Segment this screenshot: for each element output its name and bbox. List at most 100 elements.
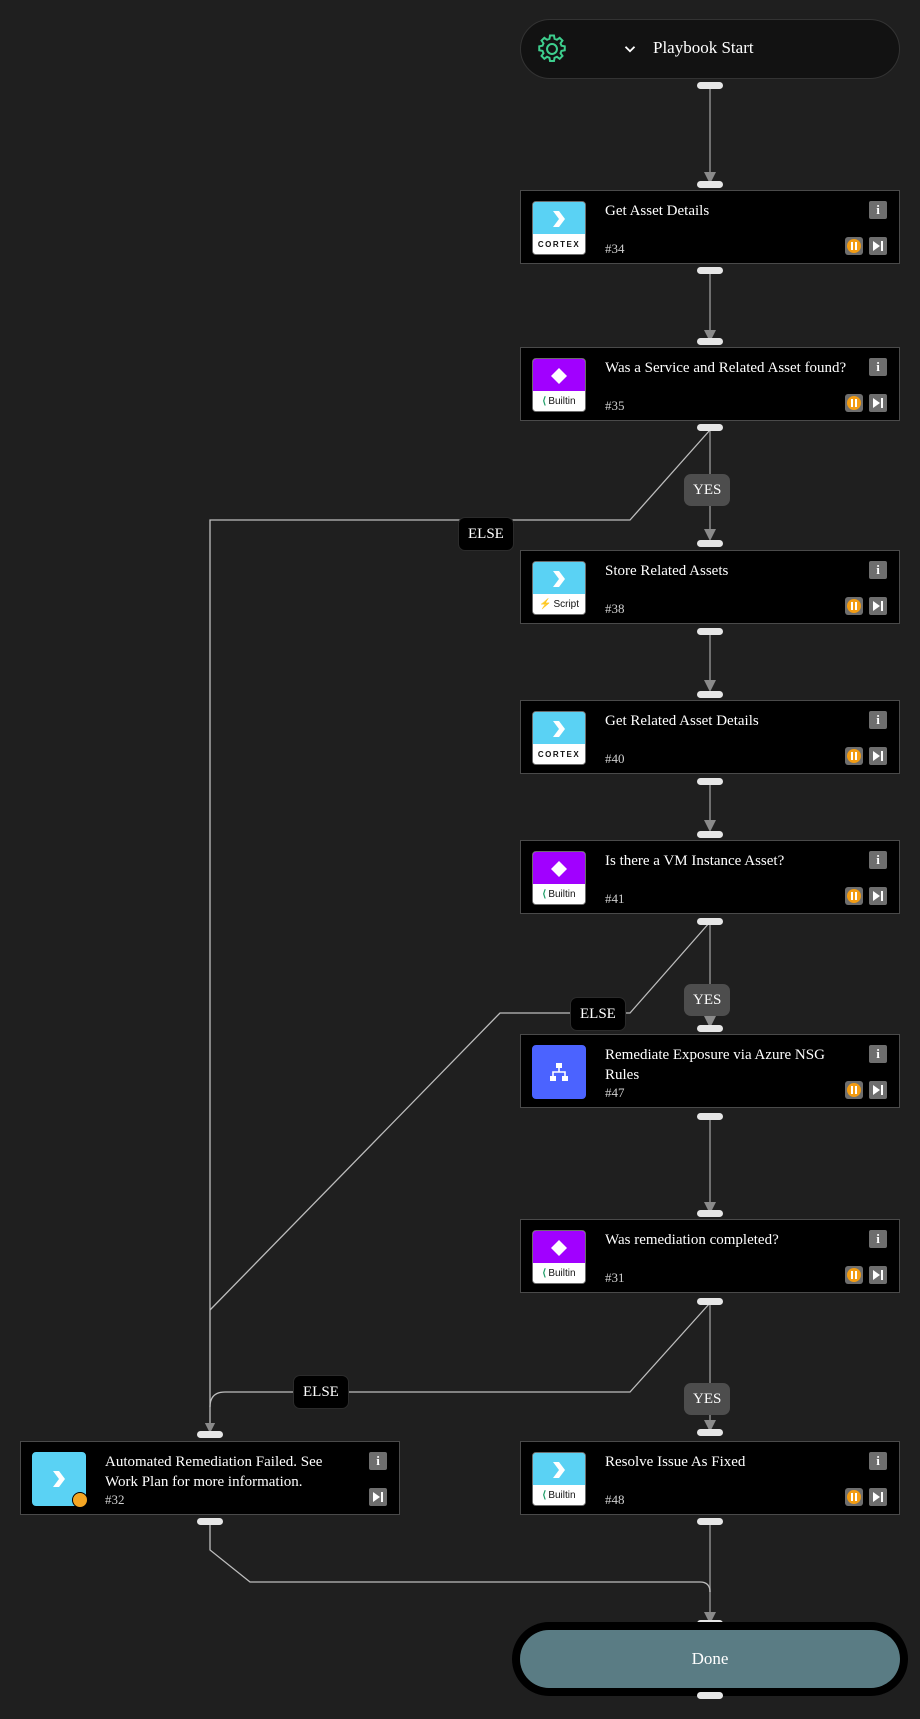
task-title: Was a Service and Related Asset found? [605,360,847,376]
script-icon: ⚡ Script [532,561,586,615]
breakpoint-icon[interactable] [845,597,863,615]
integration-icon: CORTEX [532,711,586,765]
manual-task-icon [32,1452,88,1508]
input-port[interactable] [697,338,723,345]
breakpoint-icon[interactable] [845,394,863,412]
input-port[interactable] [697,1210,723,1217]
subplaybook-icon [532,1045,586,1099]
task-node-41[interactable]: ⟨ Builtin Is there a VM Instance Asset? #… [520,840,900,914]
task-number: #31 [605,1270,625,1285]
output-port[interactable] [697,267,723,274]
skip-icon[interactable] [369,1488,387,1506]
info-icon[interactable]: i [369,1452,387,1470]
task-number: #34 [605,241,625,256]
task-node-34[interactable]: CORTEX Get Asset Details #34 i [520,190,900,264]
else-branch-label[interactable]: ELSE [570,997,626,1031]
skip-icon[interactable] [869,747,887,765]
cortex-logo: CORTEX [533,744,585,764]
builtin-condition-icon: ⟨ Builtin [532,358,586,412]
else-branch-label[interactable]: ELSE [458,517,514,551]
diamond-icon [551,861,567,877]
user-icon [72,1492,88,1508]
yes-branch-label[interactable]: YES [684,984,731,1016]
input-port[interactable] [697,540,723,547]
task-number: #38 [605,601,625,616]
input-port[interactable] [197,1431,223,1438]
info-icon[interactable]: i [869,201,887,219]
else-branch-label[interactable]: ELSE [293,1375,349,1409]
skip-icon[interactable] [869,1081,887,1099]
integration-icon: CORTEX [532,201,586,255]
hierarchy-icon [550,1063,568,1081]
output-port[interactable] [697,918,723,925]
skip-icon[interactable] [869,237,887,255]
breakpoint-icon[interactable] [845,1266,863,1284]
task-title: Is there a VM Instance Asset? [605,853,785,869]
output-port[interactable] [697,778,723,785]
skip-icon[interactable] [869,1266,887,1284]
input-port[interactable] [697,831,723,838]
skip-icon[interactable] [869,887,887,905]
input-port[interactable] [697,1429,723,1436]
task-number: #35 [605,398,625,413]
breakpoint-icon[interactable] [845,1081,863,1099]
yes-branch-label[interactable]: YES [684,1383,731,1415]
task-node-38[interactable]: ⚡ Script Store Related Assets #38 i [520,550,900,624]
output-port[interactable] [697,628,723,635]
skip-icon[interactable] [869,1488,887,1506]
task-title: Get Related Asset Details [605,713,759,729]
breakpoint-icon[interactable] [845,887,863,905]
info-icon[interactable]: i [869,1045,887,1063]
diamond-icon [551,1240,567,1256]
task-number: #40 [605,751,625,766]
info-icon[interactable]: i [869,711,887,729]
builtin-label: Builtin [548,1267,576,1279]
task-node-40[interactable]: CORTEX Get Related Asset Details #40 i [520,700,900,774]
output-port[interactable] [197,1518,223,1525]
task-node-35[interactable]: ⟨ Builtin Was a Service and Related Asset… [520,347,900,421]
builtin-task-icon: ⟨ Builtin [532,1452,586,1506]
info-icon[interactable]: i [869,561,887,579]
yes-branch-label[interactable]: YES [684,474,731,506]
info-icon[interactable]: i [869,1452,887,1470]
input-port[interactable] [697,1025,723,1032]
chevron-down-icon[interactable] [621,40,639,58]
output-port[interactable] [697,1298,723,1305]
output-port[interactable] [697,1692,723,1699]
task-number: #41 [605,891,625,906]
output-port[interactable] [697,424,723,431]
task-node-47[interactable]: Remediate Exposure via Azure NSG Rules #… [520,1034,900,1108]
edge-31-32-else [209,1302,711,1408]
done-title: Done [691,1649,729,1668]
chevron-right-icon [553,211,565,227]
task-number: #48 [605,1492,625,1507]
builtin-condition-icon: ⟨ Builtin [532,851,586,905]
task-number: #32 [105,1492,125,1507]
chevron-right-icon [553,571,565,587]
chevron-right-icon [53,1471,65,1487]
breakpoint-icon[interactable] [845,747,863,765]
task-title: Store Related Assets [605,563,729,579]
info-icon[interactable]: i [869,1230,887,1248]
done-node[interactable]: Done [512,1622,908,1696]
edge-32-done [209,1522,711,1593]
task-title: Resolve Issue As Fixed [605,1454,746,1470]
task-node-31[interactable]: ⟨ Builtin Was remediation completed? #31 … [520,1219,900,1293]
output-port[interactable] [697,1113,723,1120]
chevron-right-icon [553,721,565,737]
input-port[interactable] [697,691,723,698]
task-node-32[interactable]: Automated Remediation Failed. See Work P… [20,1441,400,1515]
info-icon[interactable]: i [869,851,887,869]
playbook-start-node[interactable]: Playbook Start [520,19,900,79]
input-port[interactable] [697,181,723,188]
builtin-condition-icon: ⟨ Builtin [532,1230,586,1284]
skip-icon[interactable] [869,597,887,615]
info-icon[interactable]: i [869,358,887,376]
breakpoint-icon[interactable] [845,237,863,255]
output-port[interactable] [697,1518,723,1525]
gear-icon [538,34,566,63]
skip-icon[interactable] [869,394,887,412]
breakpoint-icon[interactable] [845,1488,863,1506]
task-node-48[interactable]: ⟨ Builtin Resolve Issue As Fixed #48 i [520,1441,900,1515]
output-port[interactable] [697,82,723,89]
